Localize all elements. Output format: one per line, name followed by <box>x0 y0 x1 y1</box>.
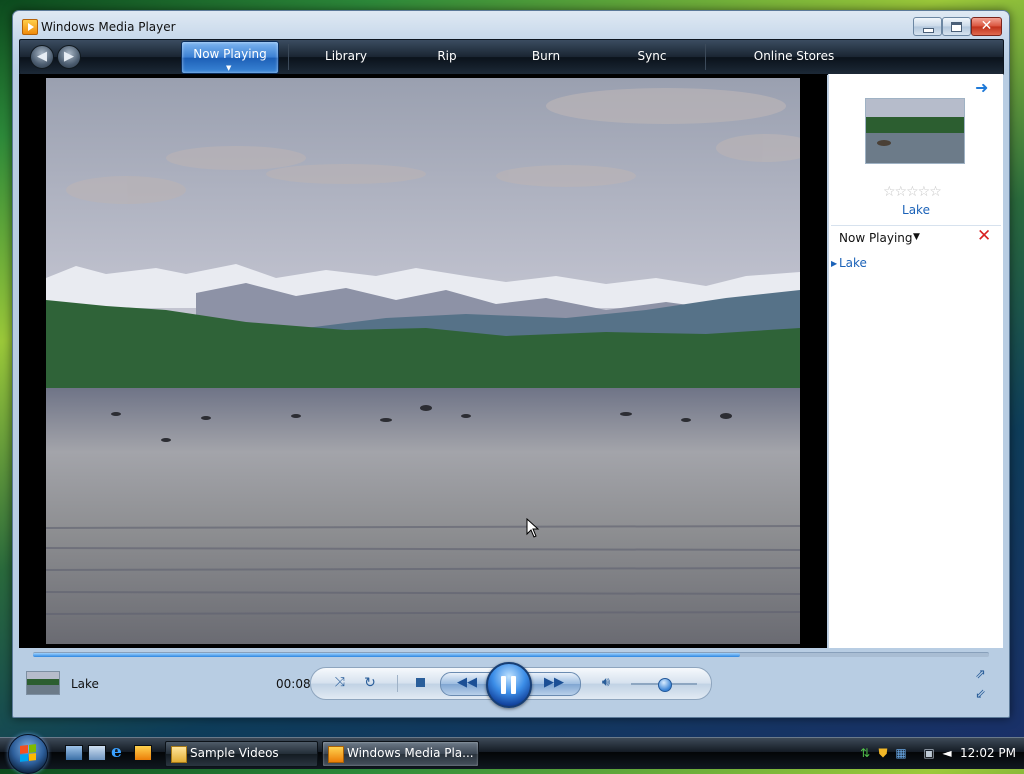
mini-thumbnail-image <box>27 672 59 694</box>
stop-button[interactable] <box>412 673 430 693</box>
tab-online-stores[interactable]: Online Stores <box>710 40 878 72</box>
chevron-down-icon[interactable]: ▼ <box>913 232 920 242</box>
volume-slider[interactable] <box>631 678 697 692</box>
speaker-icon: 🔊︎ <box>601 675 611 690</box>
network-icon[interactable]: ⇅ <box>858 746 872 760</box>
taskbar-button-sample-videos[interactable]: Sample Videos <box>165 741 318 767</box>
list-pane: ➜ ☆☆☆☆☆ Lake Now Playing ▼ ✕ ▶ Lake <box>828 74 1003 648</box>
tab-sync[interactable]: Sync <box>602 40 702 72</box>
mouse-cursor-icon <box>526 518 540 538</box>
close-icon: ✕ <box>980 18 993 34</box>
star-rating[interactable]: ☆☆☆☆☆ <box>883 184 942 200</box>
repeat-icon: ↻ <box>364 675 376 691</box>
show-desktop-icon[interactable] <box>65 745 83 761</box>
fast-forward-icon: ▶▶ <box>544 675 564 690</box>
hide-list-pane-icon[interactable]: ➜ <box>975 78 988 97</box>
taskbar: e Sample Videos Windows Media Pla... ⇅ ⛊… <box>0 734 1024 774</box>
now-playing-list-header[interactable]: Now Playing <box>839 231 913 245</box>
back-button[interactable]: ◀ <box>30 45 54 69</box>
windows-update-icon[interactable]: ▦ <box>894 746 908 760</box>
shuffle-icon: ⤨ <box>334 675 346 690</box>
media-player-icon <box>22 19 38 35</box>
media-player-quicklaunch-icon[interactable] <box>134 745 152 761</box>
close-button[interactable]: ✕ <box>971 17 1002 36</box>
switch-to-skin-button[interactable]: ⇗ <box>975 667 986 682</box>
system-clock[interactable]: 12:02 PM <box>960 746 1016 760</box>
rewind-icon: ◀◀ <box>457 675 477 690</box>
compact-mode-button[interactable]: ⇙ <box>975 687 986 702</box>
mute-button[interactable]: 🔊︎ <box>595 673 617 693</box>
tab-separator <box>705 44 706 70</box>
seek-bar[interactable] <box>33 652 989 657</box>
thumbnail-image <box>866 99 964 163</box>
title-bar[interactable]: Windows Media Player ✕ <box>13 11 1009 41</box>
taskbar-button-label: Windows Media Pla... <box>347 746 474 760</box>
shuffle-button[interactable]: ⤨ <box>329 673 351 693</box>
playlist-item[interactable]: Lake <box>839 256 867 270</box>
stop-icon <box>416 678 425 687</box>
tab-rip[interactable]: Rip <box>406 40 488 72</box>
shrink-icon: ⇙ <box>975 687 986 702</box>
tab-burn[interactable]: Burn <box>496 40 596 72</box>
forward-button[interactable]: ▶ <box>57 45 81 69</box>
video-frame-lake <box>46 78 800 644</box>
pause-icon <box>501 676 506 694</box>
repeat-button[interactable]: ↻ <box>359 673 381 693</box>
current-media-title[interactable]: Lake <box>829 203 1003 217</box>
transport-controls: ⤨ ↻ ◀◀ ▶▶ 🔊︎ <box>310 662 712 708</box>
internet-explorer-icon[interactable]: e <box>111 744 127 761</box>
volume-slider-thumb[interactable] <box>658 678 672 692</box>
minimize-icon <box>923 28 934 33</box>
expand-icon: ⇗ <box>975 667 986 682</box>
video-thumbnail[interactable] <box>865 98 965 164</box>
start-button[interactable] <box>8 734 48 774</box>
network-disconnected-icon[interactable]: ▣ <box>922 746 936 760</box>
maximize-button[interactable] <box>942 17 971 36</box>
minimize-button[interactable] <box>913 17 942 36</box>
navigation-bar: ◀ ▶ Now Playing ▼ Library Rip Burn Sync … <box>19 39 1004 75</box>
security-shield-icon[interactable]: ⛊ <box>876 746 890 760</box>
pause-button[interactable] <box>486 662 532 708</box>
pause-icon <box>511 676 516 694</box>
clear-list-icon[interactable]: ✕ <box>977 226 991 246</box>
maximize-icon <box>951 22 962 32</box>
windows-logo-icon <box>20 744 36 762</box>
back-arrow-icon: ◀ <box>37 49 47 64</box>
tab-library[interactable]: Library <box>288 40 404 72</box>
elapsed-time: 00:08 <box>276 677 311 691</box>
seek-progress <box>33 653 741 657</box>
tab-now-playing[interactable]: Now Playing ▼ <box>181 41 279 74</box>
taskbar-button-media-player[interactable]: Windows Media Pla... <box>322 741 479 767</box>
playing-indicator-icon: ▶ <box>831 259 838 268</box>
media-player-window: Windows Media Player ✕ ◀ ▶ Now Playing ▼… <box>12 10 1010 718</box>
forward-arrow-icon: ▶ <box>64 49 74 64</box>
switch-windows-icon[interactable] <box>88 745 106 761</box>
volume-icon[interactable]: ◄ <box>940 746 954 760</box>
media-player-icon <box>328 746 344 763</box>
playing-title: Lake <box>71 677 99 691</box>
folder-icon <box>171 746 187 763</box>
chevron-down-icon: ▼ <box>226 64 232 72</box>
divider <box>397 675 398 692</box>
mini-video-thumbnail[interactable] <box>26 671 60 695</box>
next-button[interactable]: ▶▶ <box>527 672 581 696</box>
taskbar-button-label: Sample Videos <box>190 746 279 760</box>
video-display[interactable] <box>19 74 827 648</box>
window-title: Windows Media Player <box>41 20 176 34</box>
divider <box>831 225 1001 226</box>
